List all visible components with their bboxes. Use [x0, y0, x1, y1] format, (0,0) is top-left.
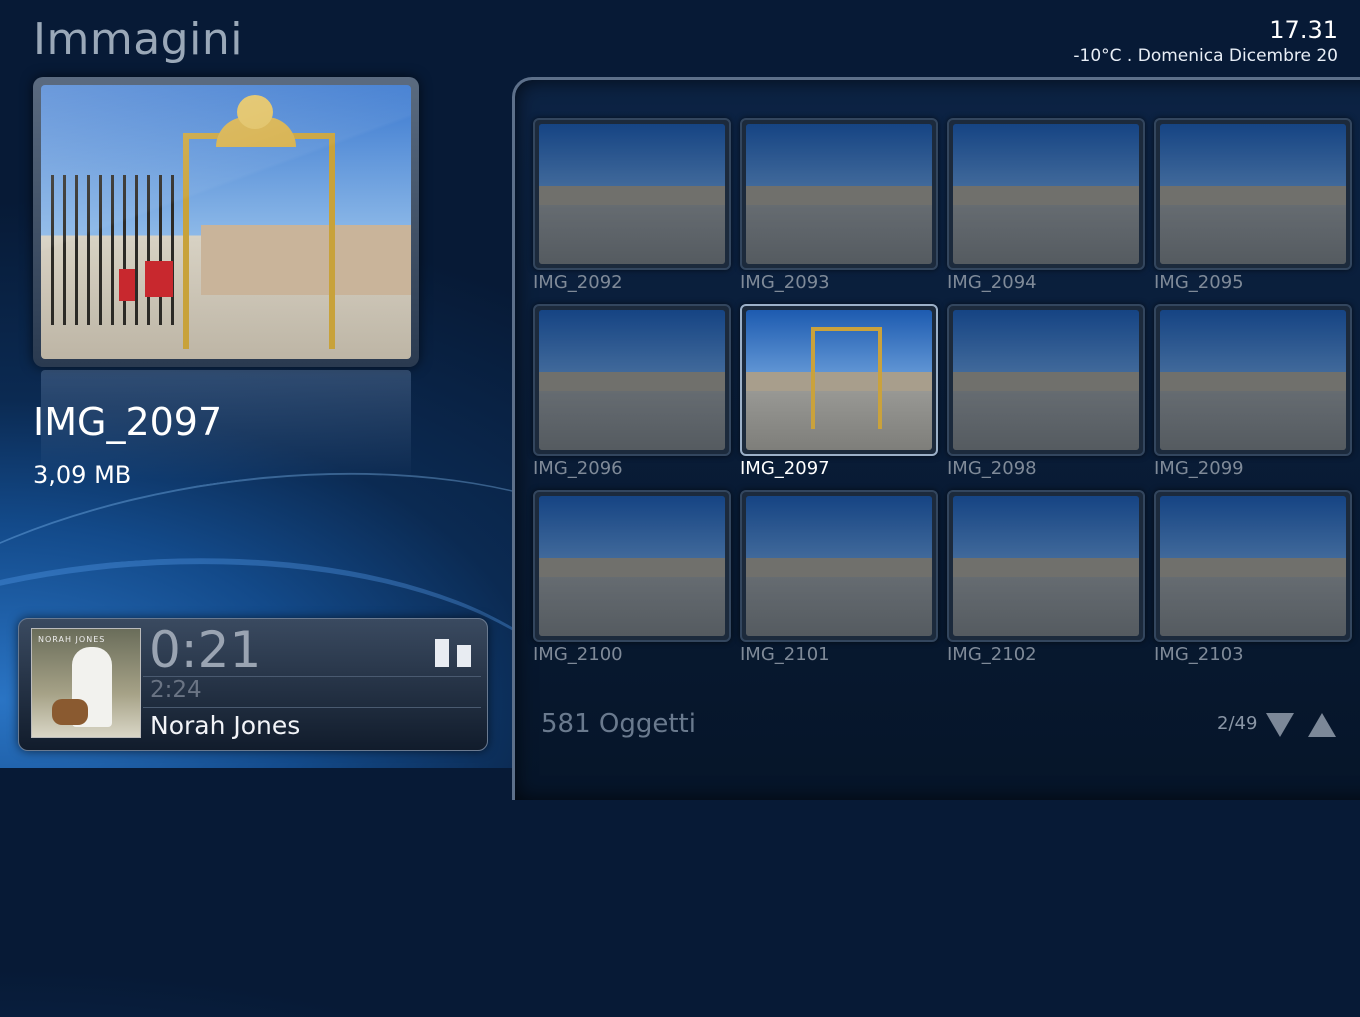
thumbnail-label: IMG_2098 [947, 458, 1037, 479]
thumbnail-image [1160, 124, 1346, 264]
thumbnail-label: IMG_2096 [533, 458, 623, 479]
preview-frame [33, 77, 419, 367]
thumbnail-image [539, 310, 725, 450]
thumbnail-label: IMG_2092 [533, 272, 623, 293]
item-count: 581 Oggetti [541, 709, 696, 739]
thumbnail-label: IMG_2094 [947, 272, 1037, 293]
thumbnail-image [746, 496, 932, 636]
page-down-icon[interactable] [1266, 713, 1294, 737]
thumbnail-image [953, 124, 1139, 264]
album-art: NORAH JONES [31, 628, 141, 738]
weather-date: -10°C . Domenica Dicembre 20 [1073, 46, 1338, 66]
thumbnail-tile[interactable] [740, 490, 938, 642]
thumbnail-image [746, 310, 932, 450]
thumbnail-tile[interactable] [740, 118, 938, 270]
thumbnail-tile[interactable] [533, 304, 731, 456]
thumbnail-image [1160, 310, 1346, 450]
thumbnail-tile[interactable] [533, 118, 731, 270]
thumbnail-image [953, 496, 1139, 636]
pause-icon[interactable] [435, 639, 471, 667]
thumbnail-label: IMG_2097 [740, 458, 830, 479]
thumbnail-label: IMG_2099 [1154, 458, 1244, 479]
thumbnail-image [953, 310, 1139, 450]
page-indicator: 2/49 [1217, 713, 1258, 734]
thumbnail-tile[interactable] [1154, 490, 1352, 642]
thumbnail-image [1160, 496, 1346, 636]
thumbnail-image [539, 124, 725, 264]
thumbnail-label: IMG_2101 [740, 644, 830, 665]
preview-image [41, 85, 411, 359]
preview-filename: IMG_2097 [33, 400, 223, 444]
thumbnail-tile[interactable] [947, 490, 1145, 642]
thumbnail-label: IMG_2102 [947, 644, 1037, 665]
now-playing-panel[interactable]: NORAH JONES 0:21 2:24 Norah Jones [18, 618, 488, 751]
thumbnail-label: IMG_2095 [1154, 272, 1244, 293]
thumbnail-tile[interactable] [740, 304, 938, 456]
thumbnail-tile[interactable] [947, 304, 1145, 456]
elapsed-time: 0:21 [149, 621, 262, 679]
thumbnail-label: IMG_2093 [740, 272, 830, 293]
thumbnail-tile[interactable] [1154, 304, 1352, 456]
page-up-icon[interactable] [1308, 713, 1336, 737]
thumbnail-label: IMG_2100 [533, 644, 623, 665]
total-time: 2:24 [150, 677, 202, 703]
thumbnail-label: IMG_2103 [1154, 644, 1244, 665]
thumbnail-tile[interactable] [533, 490, 731, 642]
artist-name: Norah Jones [150, 711, 301, 740]
album-art-text: NORAH JONES [38, 635, 106, 644]
thumbnail-tile[interactable] [947, 118, 1145, 270]
preview-filesize: 3,09 MB [33, 461, 132, 489]
clock: 17.31 [1269, 16, 1338, 44]
thumbnail-tile[interactable] [1154, 118, 1352, 270]
page-title: Immagini [33, 14, 243, 65]
thumbnail-image [746, 124, 932, 264]
thumbnail-image [539, 496, 725, 636]
